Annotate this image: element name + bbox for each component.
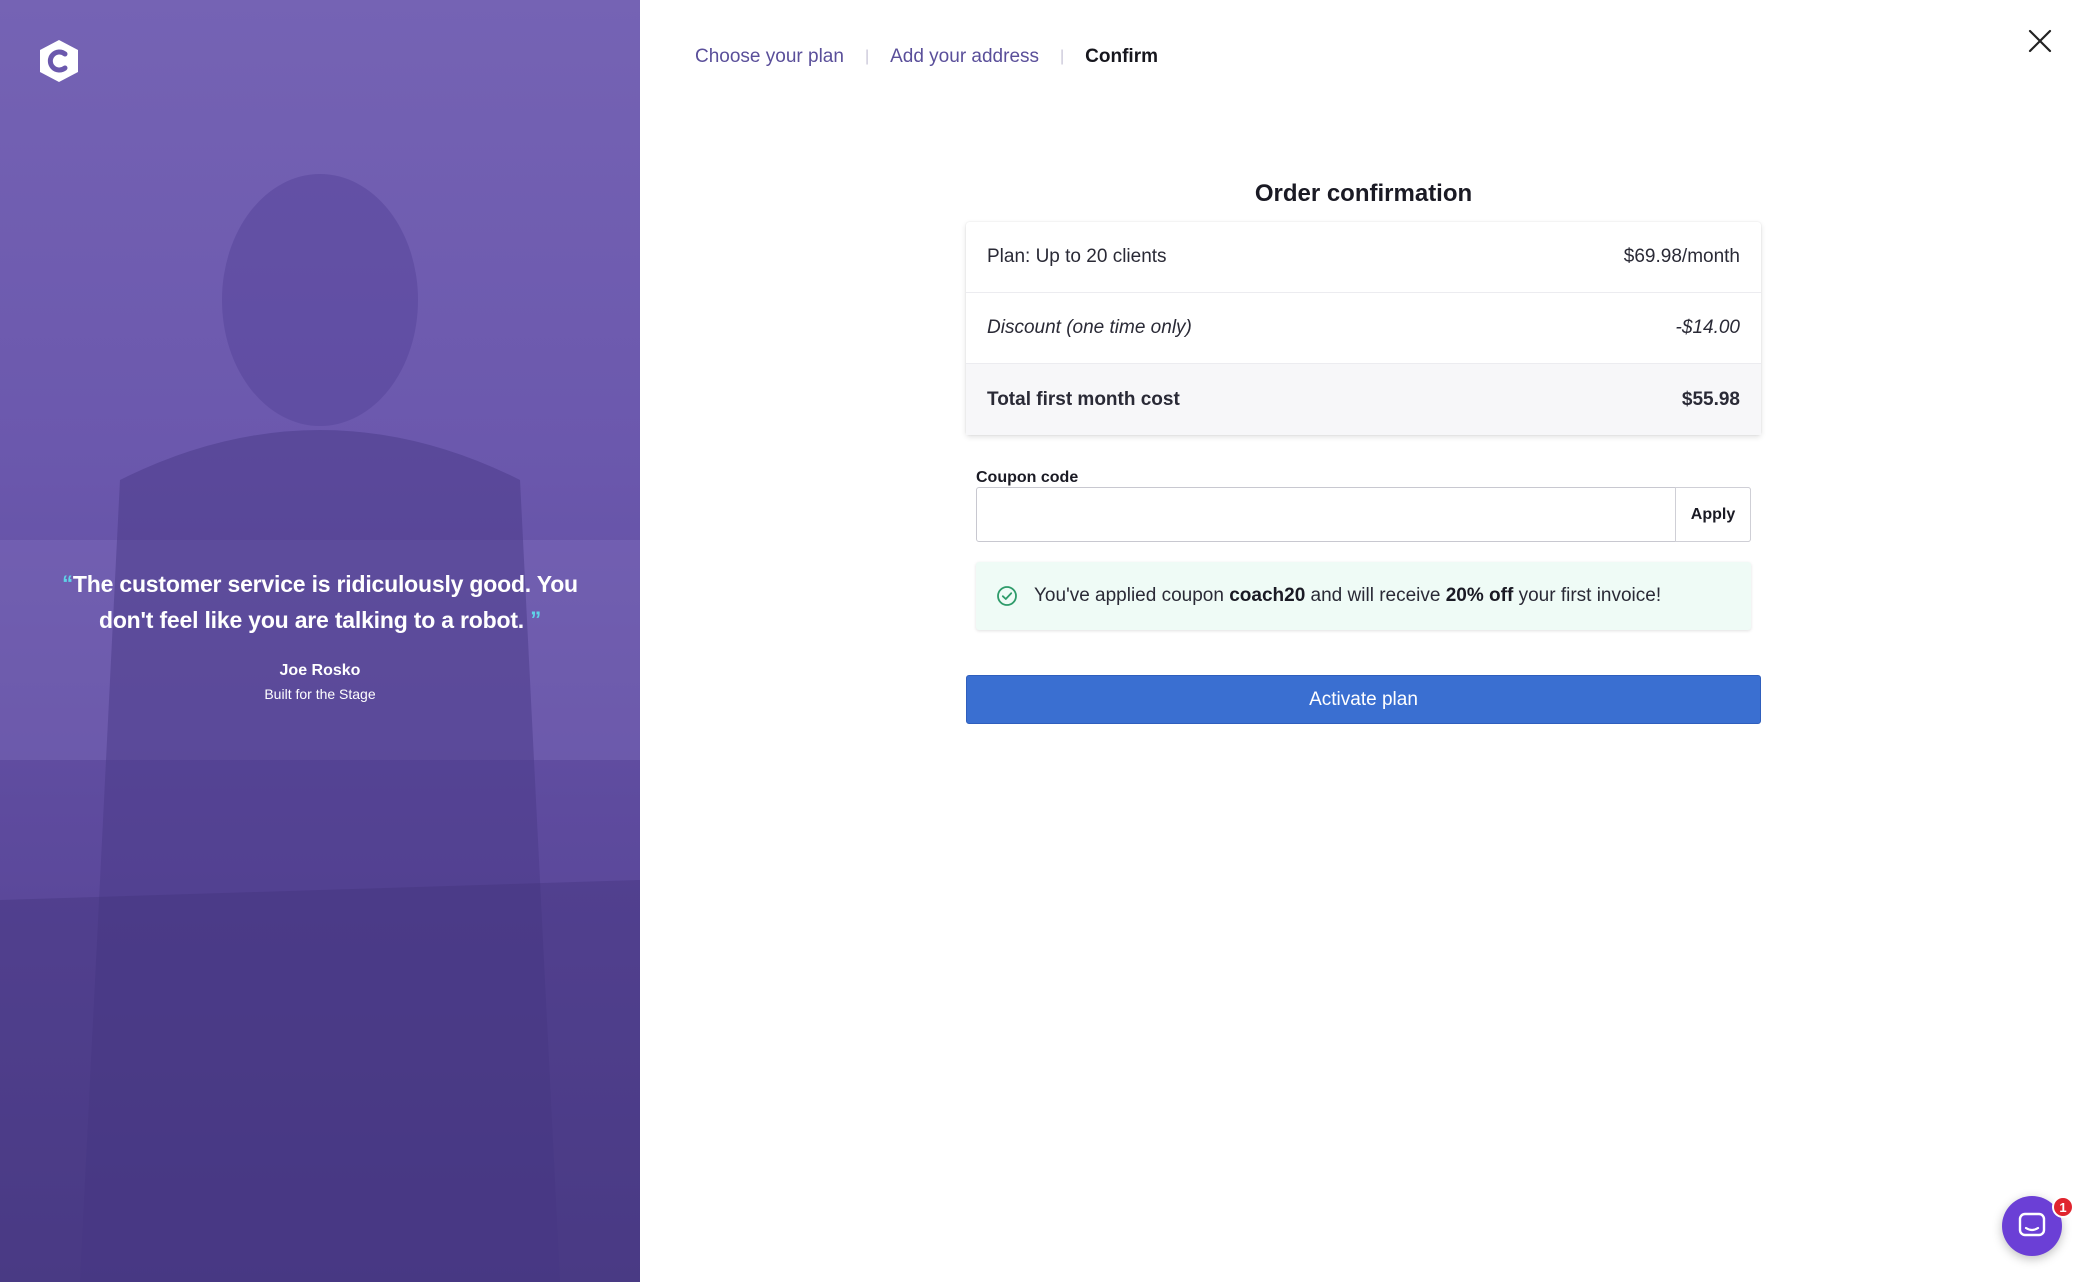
coupon-code: coach20 bbox=[1229, 585, 1306, 606]
coupon-success-text: You've applied coupon coach20 and will r… bbox=[1034, 585, 1661, 607]
step-choose-plan[interactable]: Choose your plan bbox=[695, 46, 844, 68]
success-suffix: your first invoice! bbox=[1513, 585, 1662, 606]
order-summary-card: Plan: Up to 20 clients $69.98/month Disc… bbox=[966, 222, 1761, 435]
summary-row-discount: Discount (one time only) -$14.00 bbox=[966, 293, 1761, 364]
summary-row-plan: Plan: Up to 20 clients $69.98/month bbox=[966, 222, 1761, 293]
quote-close-mark: ” bbox=[530, 607, 541, 632]
step-confirm[interactable]: Confirm bbox=[1085, 46, 1158, 68]
quote-open-mark: “ bbox=[62, 571, 73, 596]
check-circle-icon bbox=[997, 586, 1017, 606]
coupon-success-message: You've applied coupon coach20 and will r… bbox=[976, 562, 1751, 630]
step-add-address[interactable]: Add your address bbox=[890, 46, 1039, 68]
activate-plan-button[interactable]: Activate plan bbox=[966, 675, 1761, 724]
summary-value: -$14.00 bbox=[1675, 317, 1740, 338]
chat-unread-badge: 1 bbox=[2052, 1196, 2074, 1218]
summary-value: $69.98/month bbox=[1623, 246, 1740, 267]
checkout-steps: Choose your plan | Add your address | Co… bbox=[695, 46, 1158, 68]
testimonial-panel: “The customer service is ridiculously go… bbox=[0, 0, 640, 1282]
quote-body: The customer service is ridiculously goo… bbox=[72, 571, 578, 633]
coupon-field: Apply bbox=[976, 487, 1751, 542]
summary-label: Plan: Up to 20 clients bbox=[987, 246, 1167, 267]
testimonial-quote: “The customer service is ridiculously go… bbox=[40, 566, 600, 702]
apply-coupon-button[interactable]: Apply bbox=[1675, 487, 1751, 542]
step-separator: | bbox=[864, 48, 870, 65]
summary-label: Discount (one time only) bbox=[987, 317, 1192, 338]
brand-logo-icon[interactable] bbox=[38, 38, 80, 84]
page-title: Order confirmation bbox=[1254, 180, 1473, 207]
chat-bubble-icon bbox=[2018, 1212, 2046, 1237]
summary-label: Total first month cost bbox=[987, 388, 1180, 410]
quote-text: “The customer service is ridiculously go… bbox=[40, 566, 600, 638]
summary-row-total: Total first month cost $55.98 bbox=[966, 364, 1761, 435]
close-icon[interactable] bbox=[2025, 26, 2055, 56]
quote-author: Joe Rosko bbox=[279, 662, 361, 679]
coupon-label: Coupon code bbox=[976, 469, 1079, 486]
order-confirmation: Order confirmation Plan: Up to 20 client… bbox=[966, 180, 1761, 724]
step-separator: | bbox=[1060, 48, 1065, 65]
quote-company: Built for the Stage bbox=[264, 686, 376, 702]
coupon-input[interactable] bbox=[977, 488, 1675, 541]
coupon-section: Coupon code Apply bbox=[976, 469, 1751, 542]
success-prefix: You've applied coupon bbox=[1034, 585, 1230, 606]
coupon-amount: 20% off bbox=[1445, 585, 1514, 606]
summary-value: $55.98 bbox=[1681, 388, 1740, 410]
success-middle: and will receive bbox=[1305, 585, 1446, 606]
